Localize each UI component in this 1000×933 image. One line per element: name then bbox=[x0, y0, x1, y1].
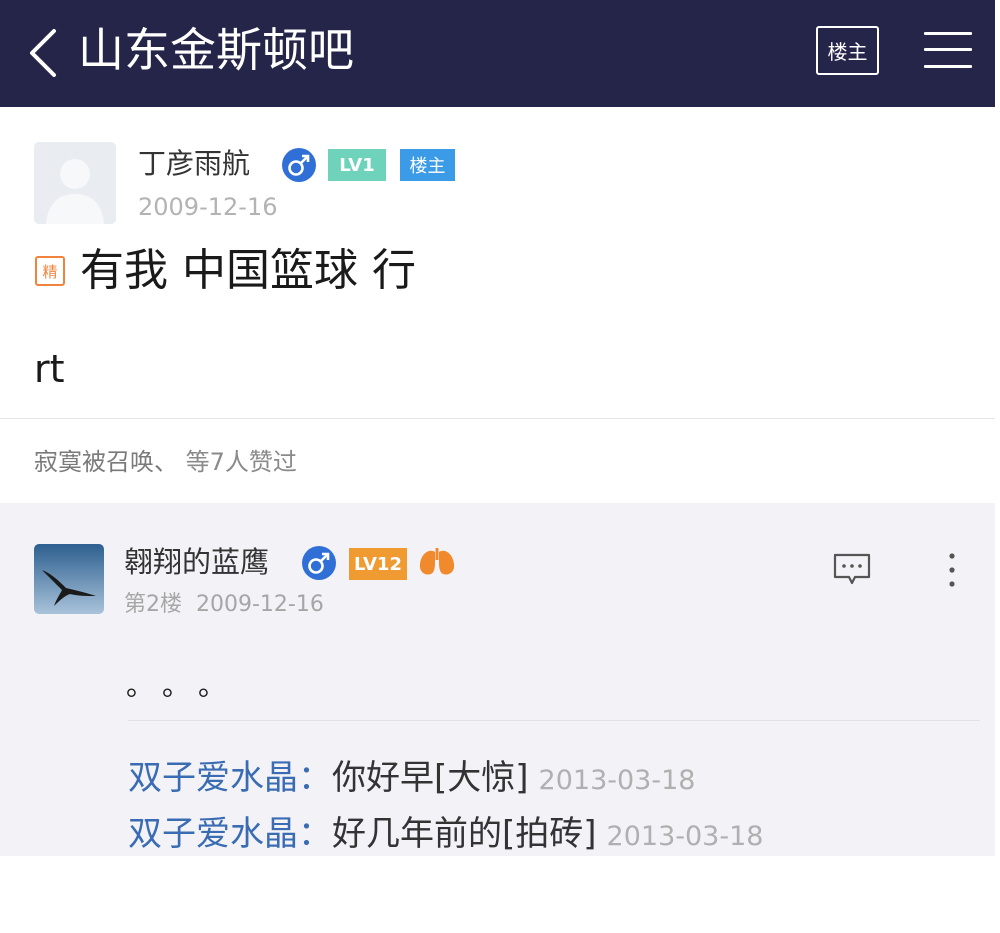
sub-reply-author[interactable]: 双子爱水晶 bbox=[128, 814, 298, 854]
reply-username[interactable]: 翱翔的蓝鹰 bbox=[124, 542, 269, 582]
menu-icon[interactable] bbox=[924, 30, 972, 70]
reply-body: 。。。 bbox=[126, 669, 249, 702]
reply-date: 2009-12-16 bbox=[196, 592, 324, 617]
default-avatar-icon bbox=[34, 142, 116, 224]
op-username[interactable]: 丁彦雨航 bbox=[138, 145, 250, 183]
sub-reply-colon: ： bbox=[298, 758, 332, 798]
forum-title: 山东金斯顿吧 bbox=[78, 23, 354, 77]
owner-badge: 楼主 bbox=[400, 149, 455, 181]
op-avatar[interactable] bbox=[34, 142, 116, 224]
sub-reply[interactable]: 双子爱水晶：你好早[大惊] 2013-03-18 bbox=[128, 756, 695, 803]
male-icon bbox=[282, 148, 316, 182]
divider bbox=[0, 418, 995, 419]
likes-summary[interactable]: 寂寞被召唤、 等7人赞过 bbox=[34, 446, 297, 478]
male-icon bbox=[302, 546, 336, 580]
divider bbox=[128, 720, 980, 721]
likes-count-text: 等7人赞过 bbox=[185, 448, 297, 476]
reply-meta: 第2楼 2009-12-16 bbox=[124, 590, 324, 620]
post-title: 有我 中国篮球 行 bbox=[80, 245, 416, 296]
back-arrow-icon[interactable] bbox=[26, 28, 60, 78]
liker-name[interactable]: 寂寞被召唤、 bbox=[34, 448, 178, 476]
eagle-avatar-icon bbox=[34, 544, 104, 614]
sub-reply-date: 2013-03-18 bbox=[606, 821, 764, 852]
post-body: rt bbox=[34, 347, 65, 391]
sub-reply-date: 2013-03-18 bbox=[538, 765, 696, 796]
essence-badge-icon: 精 bbox=[35, 256, 65, 286]
sub-reply[interactable]: 双子爱水晶：好几年前的[拍砖] 2013-03-18 bbox=[128, 812, 763, 859]
sub-reply-text: 你好早[大惊] bbox=[332, 758, 529, 798]
sub-reply-author[interactable]: 双子爱水晶 bbox=[128, 758, 298, 798]
lung-badge-icon bbox=[419, 548, 455, 575]
only-owner-button[interactable]: 楼主 bbox=[816, 26, 879, 75]
level-badge: LV12 bbox=[349, 548, 407, 580]
sub-reply-colon: ： bbox=[298, 814, 332, 854]
level-badge: LV1 bbox=[328, 149, 386, 181]
comment-icon[interactable] bbox=[832, 552, 872, 586]
op-date: 2009-12-16 bbox=[138, 193, 278, 221]
floor-number: 第2楼 bbox=[124, 592, 182, 617]
more-options-icon[interactable] bbox=[946, 552, 958, 588]
reply-avatar[interactable] bbox=[34, 544, 104, 614]
sub-reply-text: 好几年前的[拍砖] bbox=[332, 814, 597, 854]
